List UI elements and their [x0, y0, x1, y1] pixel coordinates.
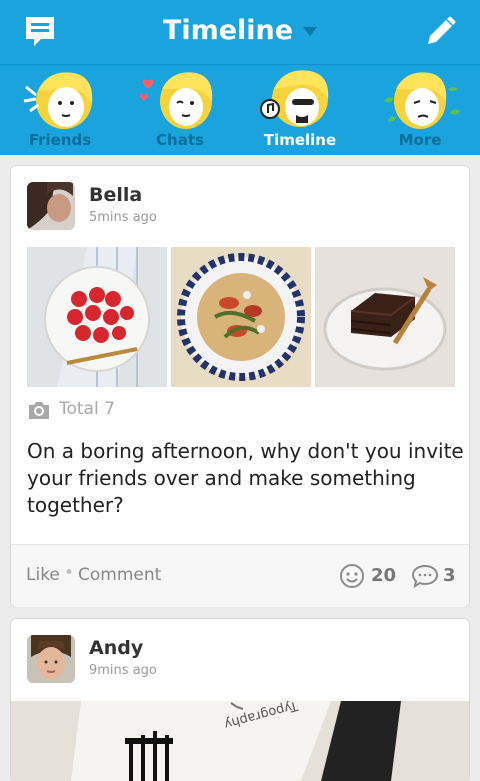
tab-label: More: [398, 131, 442, 149]
avatar[interactable]: [27, 182, 75, 230]
post-photo[interactable]: Typography: [11, 701, 469, 781]
page-title-text: Timeline: [162, 15, 294, 46]
camera-icon: [29, 402, 49, 419]
photo-salad[interactable]: [171, 247, 311, 387]
tab-friends[interactable]: Friends: [0, 65, 120, 155]
post-actions: Like • Comment 20 3: [11, 544, 469, 607]
timeline-post: Andy 9mins ago Typography: [10, 618, 470, 781]
post-author[interactable]: Andy: [89, 637, 143, 659]
chats-character-icon: [140, 72, 213, 129]
tab-label: Chats: [156, 131, 204, 149]
compose-pencil-icon[interactable]: [422, 14, 458, 50]
comment-button[interactable]: Comment: [78, 565, 161, 585]
tab-more[interactable]: More: [360, 65, 480, 155]
avatar[interactable]: [27, 635, 75, 683]
tab-bar: Friends Chats Timeline More: [0, 64, 480, 155]
tab-label: Timeline: [263, 131, 337, 149]
page-title[interactable]: Timeline: [0, 14, 480, 48]
comment-count: 3: [443, 565, 456, 586]
tab-chats[interactable]: Chats: [120, 65, 240, 155]
chevron-down-icon: [303, 27, 318, 36]
timeline-character-icon: [260, 70, 329, 127]
post-author[interactable]: Bella: [89, 184, 142, 206]
photo-total-label: Total 7: [59, 399, 115, 419]
like-button[interactable]: Like: [26, 565, 60, 585]
timeline-post: Bella 5mins ago Total 7 On a boring afte…: [10, 165, 470, 607]
tab-label: Friends: [28, 131, 92, 149]
smile-count: 20: [371, 565, 397, 586]
smile-icon[interactable]: [339, 563, 365, 589]
tab-timeline[interactable]: Timeline: [240, 65, 360, 155]
comment-bubble-icon[interactable]: [411, 563, 439, 589]
photo-strawberries[interactable]: [27, 247, 167, 387]
friends-character-icon: [23, 72, 93, 129]
post-body: On a boring afternoon, why don't you inv…: [27, 439, 464, 517]
photo-chocolate-cake[interactable]: [315, 247, 455, 387]
app-header: Timeline: [0, 0, 480, 64]
post-time: 5mins ago: [89, 210, 157, 225]
separator-dot: •: [64, 563, 75, 583]
more-character-icon: [384, 72, 460, 129]
post-time: 9mins ago: [89, 663, 157, 678]
